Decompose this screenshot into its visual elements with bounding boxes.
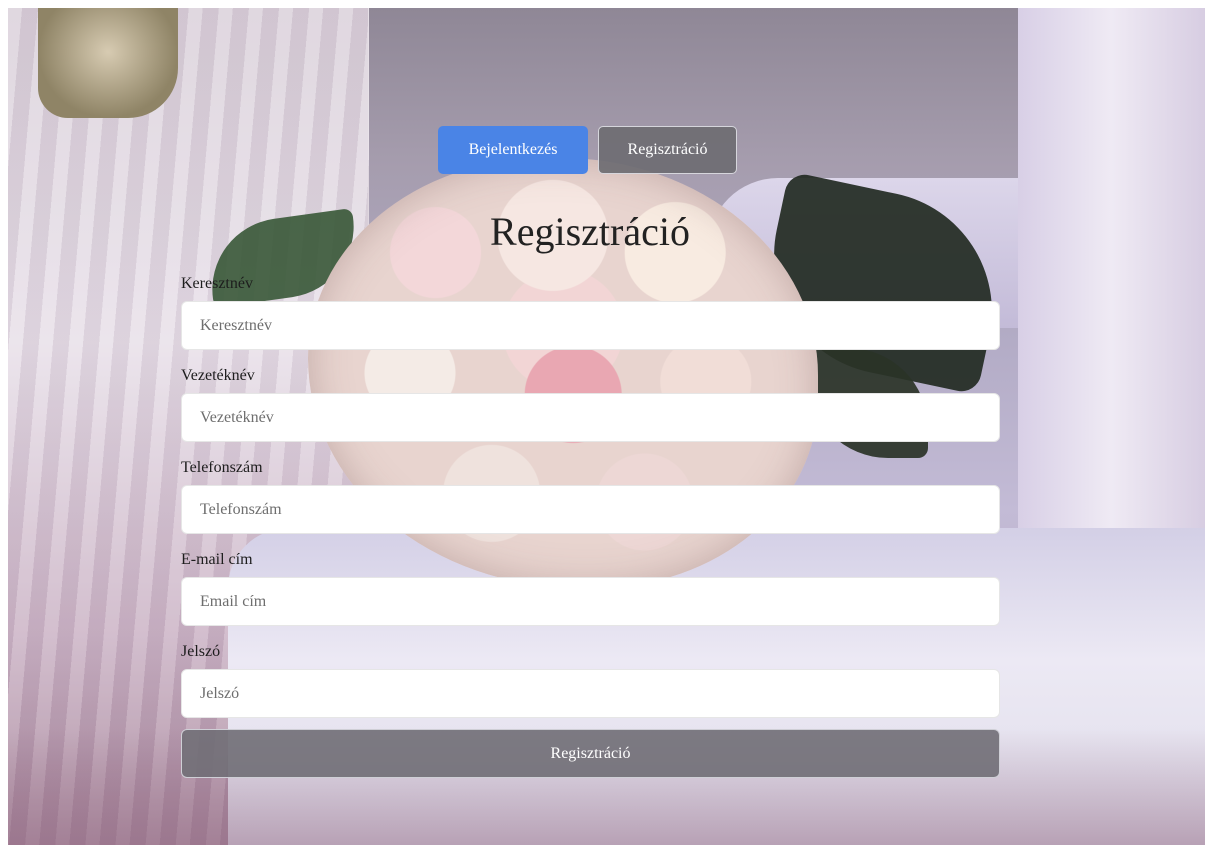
- password-input[interactable]: [181, 669, 1000, 718]
- register-submit-button[interactable]: Regisztráció: [181, 729, 1000, 778]
- password-label: Jelszó: [181, 643, 221, 660]
- background-tassel: [38, 8, 178, 118]
- first-name-input[interactable]: [181, 301, 1000, 350]
- last-name-input[interactable]: [181, 393, 1000, 442]
- email-label: E-mail cím: [181, 551, 253, 568]
- last-name-label: Vezetéknév: [181, 367, 255, 384]
- phone-label: Telefonszám: [181, 459, 263, 476]
- email-input[interactable]: [181, 577, 1000, 626]
- phone-input[interactable]: [181, 485, 1000, 534]
- first-name-label: Keresztnév: [181, 275, 253, 292]
- background-drape-right: [1018, 8, 1205, 608]
- register-tab-button[interactable]: Regisztráció: [598, 126, 737, 174]
- login-tab-button[interactable]: Bejelentkezés: [438, 126, 588, 174]
- page-title: Regisztráció: [490, 209, 690, 254]
- auth-tabs: Bejelentkezés Regisztráció: [438, 126, 737, 176]
